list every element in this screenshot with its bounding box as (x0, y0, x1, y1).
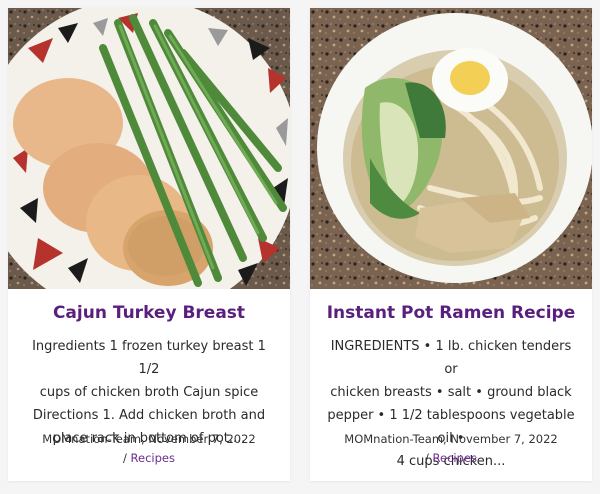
category-separator: / (425, 451, 429, 465)
post-grid: Cajun Turkey Breast Ingredients 1 frozen… (0, 0, 600, 494)
excerpt-line: Ingredients 1 frozen turkey breast 1 1/2 (32, 339, 266, 377)
post-card-cajun-turkey: Cajun Turkey Breast Ingredients 1 frozen… (8, 8, 290, 481)
category-link-recipes[interactable]: Recipes (433, 451, 477, 465)
post-title-link[interactable]: Instant Pot Ramen Recipe (310, 303, 592, 323)
post-meta: MOMnation-Team, November 7, 2022 / Recip… (8, 430, 290, 468)
post-thumbnail-ramen[interactable] (310, 8, 592, 289)
post-meta: MOMnation-Team, November 7, 2022 / Recip… (310, 430, 592, 468)
post-byline: MOMnation-Team, November 7, 2022 (344, 432, 558, 446)
category-link-recipes[interactable]: Recipes (131, 451, 175, 465)
excerpt-line: INGREDIENTS • 1 lb. chicken tenders or (330, 339, 572, 377)
excerpt-line: cups of chicken broth Cajun spice (39, 385, 259, 400)
excerpt-line: chicken breasts • salt • ground black (330, 385, 572, 400)
post-card-ramen: Instant Pot Ramen Recipe INGREDIENTS • 1… (310, 8, 592, 481)
category-separator: / (123, 451, 127, 465)
post-byline: MOMnation-Team, November 7, 2022 (42, 432, 256, 446)
post-category-line: / Recipes (310, 449, 592, 468)
excerpt-line: Directions 1. Add chicken broth and (32, 408, 266, 423)
post-title-link[interactable]: Cajun Turkey Breast (8, 303, 290, 323)
post-thumbnail-turkey[interactable] (8, 8, 290, 289)
post-category-line: / Recipes (8, 449, 290, 468)
